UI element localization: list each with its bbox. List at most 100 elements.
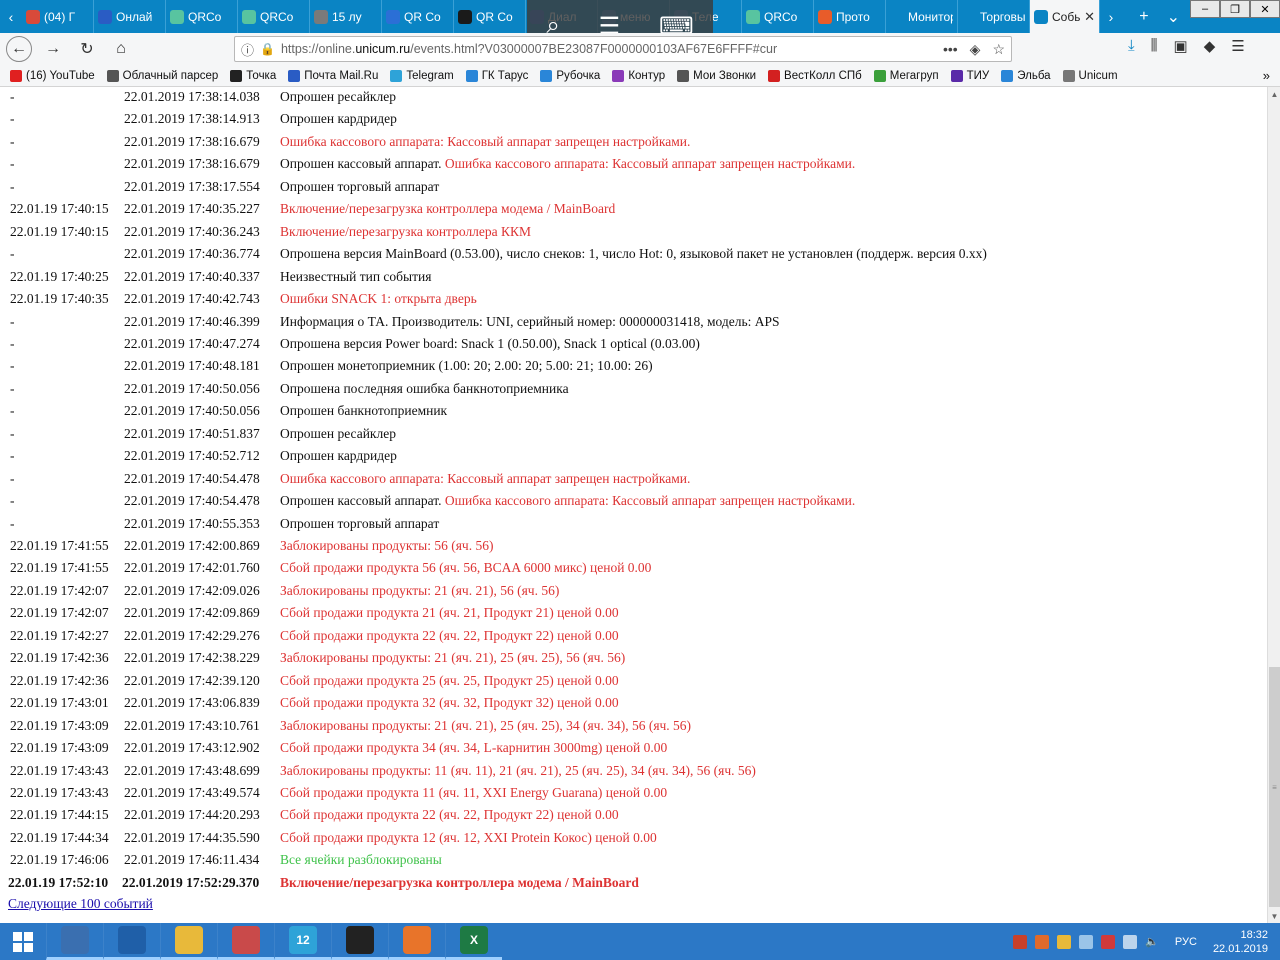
event-server-time: 22.01.2019 17:40:50.056	[124, 380, 260, 396]
telegram-app[interactable]: 12	[274, 923, 331, 960]
event-text: Включение/перезагрузка контроллера модем…	[280, 201, 616, 217]
close-window-button[interactable]: ✕	[1250, 0, 1280, 18]
sidebar-icon[interactable]: ▣	[1174, 37, 1188, 55]
bookmark-item[interactable]: Контур	[612, 69, 665, 82]
tab-2[interactable]: QRCo	[166, 0, 238, 33]
tab-favicon-icon	[26, 9, 40, 24]
event-server-time: 22.01.2019 17:46:11.434	[124, 852, 260, 868]
bookmark-favicon-icon	[1062, 69, 1075, 82]
tab-13[interactable]: Торговый	[958, 0, 1030, 33]
home-button[interactable]: ⌂	[108, 36, 134, 62]
tab-14[interactable]: Событ ✕	[1030, 0, 1100, 33]
scroll-up-icon[interactable]: ▲	[1268, 87, 1280, 101]
bookmark-item[interactable]: ТИУ	[950, 69, 989, 82]
explorer-app[interactable]	[160, 923, 217, 960]
event-server-time: 22.01.2019 17:40:42.743	[124, 291, 260, 307]
more-actions-icon[interactable]: •••	[943, 41, 958, 58]
notes-app[interactable]	[217, 923, 274, 960]
tab-favicon-icon	[458, 9, 472, 24]
tray-antivirus-icon[interactable]	[1101, 934, 1116, 949]
tabs-scroll-left-icon[interactable]: ‹	[0, 0, 22, 33]
excel-app[interactable]: X	[445, 923, 502, 960]
address-bar[interactable]: ⓘ 🔒 https://online.unicum.ru/events.html…	[234, 36, 1012, 62]
new-tab-icon[interactable]: +	[1139, 8, 1148, 26]
bookmark-label: Мегагруп	[889, 69, 939, 82]
tray-security-icon[interactable]	[1013, 934, 1028, 949]
tab-1[interactable]: Онлай	[94, 0, 166, 33]
tab-12[interactable]: Монитор	[886, 0, 958, 33]
bookmark-item[interactable]: Эльба	[1001, 69, 1051, 82]
scroll-thumb[interactable]: ≡	[1269, 667, 1280, 907]
next-events-link[interactable]: Следующие 100 событий	[8, 896, 153, 912]
back-button[interactable]: ←	[6, 36, 32, 62]
tab-6[interactable]: QR Co	[454, 0, 526, 33]
tray-cloud-icon[interactable]	[1079, 934, 1094, 949]
vertical-scrollbar[interactable]: ▲ ≡ ▼	[1267, 87, 1280, 923]
extension-icon[interactable]: ◆	[1204, 37, 1216, 55]
security-app[interactable]	[331, 923, 388, 960]
bookmark-item[interactable]: Облачный парсер	[106, 69, 218, 82]
bookmark-item[interactable]: Точка	[230, 69, 276, 82]
tab-close-icon[interactable]: ✕	[1084, 9, 1095, 25]
tray-network-icon[interactable]	[1123, 934, 1138, 949]
tabs-dropdown-icon[interactable]: ⌄	[1167, 7, 1180, 27]
firefox-app[interactable]	[388, 923, 445, 960]
start-button[interactable]	[0, 923, 46, 960]
minimize-button[interactable]: –	[1190, 0, 1220, 18]
tab-11[interactable]: Прото	[814, 0, 886, 33]
language-indicator[interactable]: РУС	[1175, 936, 1197, 948]
tab-0[interactable]: (04) Г	[22, 0, 94, 33]
bookmark-item[interactable]: ГК Тарус	[465, 69, 528, 82]
tab-4[interactable]: 15 лу	[310, 0, 382, 33]
event-description: Опрошен торговый аппарат	[280, 177, 439, 197]
app-menu-icon[interactable]: ☰	[1231, 37, 1244, 55]
url-text[interactable]: https://online.unicum.ru/events.html?V03…	[281, 42, 937, 56]
bookmark-item[interactable]: Unicum	[1062, 69, 1118, 82]
restore-button[interactable]: ❐	[1220, 0, 1250, 18]
bookmark-favicon-icon	[10, 69, 22, 82]
bookmark-item[interactable]: (16) YouTube	[10, 69, 95, 82]
bookmarks-list: (16) YouTube Облачный парсер Точка Почта Ma…	[10, 69, 1118, 82]
bookmark-item[interactable]: Telegram	[390, 69, 454, 82]
bookmark-item[interactable]: ВестКолл СПб	[768, 69, 862, 82]
bookmark-item[interactable]: Рубочка	[540, 69, 600, 82]
event-device-time: -	[10, 425, 15, 441]
pocket-icon[interactable]: ◈	[970, 41, 981, 58]
powershell-app[interactable]	[103, 923, 160, 960]
tab-5[interactable]: QR Co	[382, 0, 454, 33]
bookmarks-overflow-icon[interactable]: »	[1263, 68, 1270, 83]
tab-10[interactable]: QRCo	[742, 0, 814, 33]
tab-favicon-icon	[818, 9, 832, 24]
event-text: Опрошена версия Power board: Snack 1 (0.…	[280, 335, 700, 351]
event-text: Сбой продажи продукта 22 (яч. 22, Продук…	[280, 627, 619, 643]
tray-app-icon[interactable]	[1057, 934, 1072, 949]
bookmark-item[interactable]: Почта Mail.Ru	[288, 69, 378, 82]
event-device-time: -	[10, 89, 15, 104]
bookmark-item[interactable]: Мегагруп	[873, 69, 939, 82]
tabs-scroll-right-icon[interactable]: ›	[1100, 0, 1122, 33]
lock-icon: 🔒	[260, 42, 275, 56]
scroll-down-icon[interactable]: ▼	[1268, 909, 1280, 923]
bookmark-item[interactable]: Мои Звонки	[677, 69, 757, 82]
clock[interactable]: 18:32 22.01.2019	[1213, 928, 1268, 956]
reload-button[interactable]: ↻	[74, 36, 100, 62]
event-server-time: 22.01.2019 17:42:00.869	[124, 538, 260, 553]
forward-button[interactable]: →	[40, 36, 66, 62]
downloads-icon[interactable]: ⤓	[1128, 37, 1135, 55]
library-icon[interactable]: ⫼	[1151, 37, 1158, 55]
bookmark-star-icon[interactable]: ☆	[992, 41, 1005, 58]
bookmark-label: Мои Звонки	[693, 69, 757, 82]
tray-update-icon[interactable]	[1035, 934, 1050, 949]
event-server-time: 22.01.2019 17:42:29.276	[124, 627, 260, 643]
bookmark-favicon-icon	[230, 69, 243, 82]
info-icon[interactable]: ⓘ	[241, 40, 254, 59]
network-app[interactable]	[46, 923, 103, 960]
explorer-app-icon	[175, 926, 203, 954]
event-device-time: -	[10, 111, 15, 127]
event-description: Заблокированы продукты: 21 (яч. 21), 56 …	[280, 581, 559, 601]
event-description: Опрошен кассовый аппарат. Ошибка кассово…	[280, 154, 855, 174]
event-device-time: -	[10, 403, 15, 419]
tab-label: Онлай	[116, 9, 153, 24]
tab-3[interactable]: QRCo	[238, 0, 310, 33]
volume-icon[interactable]: 🔈	[1145, 935, 1159, 948]
